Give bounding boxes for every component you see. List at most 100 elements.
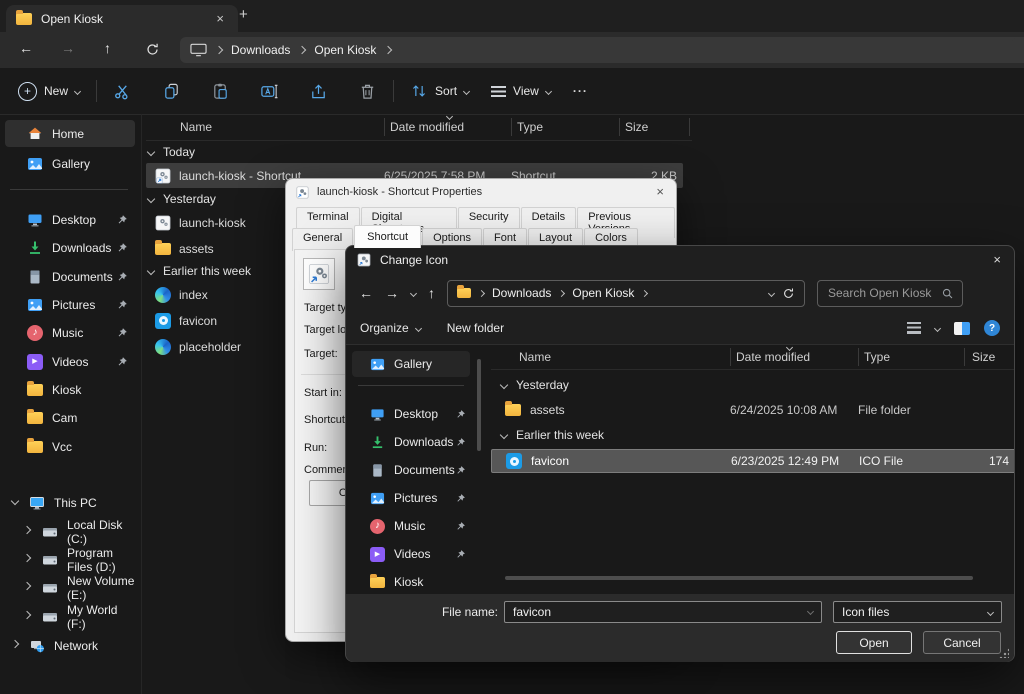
change-icon-title: Change Icon <box>380 253 448 267</box>
new-button[interactable]: + New <box>10 82 88 101</box>
address-bar[interactable]: Downloads Open Kiosk <box>447 280 805 307</box>
chevron-down-icon[interactable] <box>934 324 941 331</box>
column-size[interactable]: Size <box>972 350 995 364</box>
tab-general[interactable]: General <box>292 228 353 251</box>
search-box[interactable] <box>1012 37 1024 63</box>
sidebar-item-desktop[interactable]: Desktop <box>352 401 470 427</box>
pin-icon <box>116 242 128 254</box>
rename-button[interactable] <box>252 82 287 101</box>
up-button[interactable]: ↑ <box>428 285 435 301</box>
sidebar-scrollbar[interactable] <box>477 359 481 451</box>
sidebar-item-cam[interactable]: Cam <box>5 404 135 431</box>
sidebar-item-documents[interactable]: Documents <box>5 263 135 290</box>
back-button[interactable]: ← <box>19 40 33 56</box>
back-button[interactable]: ← <box>359 285 373 301</box>
share-button[interactable] <box>301 82 336 101</box>
paste-button[interactable] <box>203 82 238 101</box>
view-button[interactable]: View <box>483 84 559 98</box>
file-name: index <box>179 288 208 302</box>
cancel-button[interactable]: Cancel <box>923 631 1001 654</box>
sidebar-item-home[interactable]: Home <box>5 120 135 147</box>
new-tab-button[interactable]: + <box>232 4 255 25</box>
sidebar-item-pictures[interactable]: Pictures <box>5 291 135 318</box>
file-row-assets[interactable]: assets 6/24/2025 10:08 AM File folder <box>491 398 1014 422</box>
refresh-icon[interactable] <box>145 42 160 57</box>
recent-locations-icon[interactable] <box>410 289 417 296</box>
breadcrumb-separator-icon <box>641 289 648 296</box>
close-icon[interactable]: × <box>993 252 1001 267</box>
forward-button[interactable]: → <box>385 285 399 301</box>
copy-icon <box>162 82 181 101</box>
close-icon[interactable]: × <box>656 184 664 199</box>
sort-button[interactable]: Sort <box>402 82 477 100</box>
folder-icon <box>370 577 385 588</box>
column-type[interactable]: Type <box>864 350 890 364</box>
sidebar-item-music[interactable]: ♪ Music <box>352 513 470 539</box>
view-label: View <box>513 84 539 98</box>
forward-button[interactable]: → <box>61 40 75 56</box>
chevron-down-icon[interactable] <box>768 289 775 296</box>
file-name-input[interactable] <box>504 601 822 623</box>
search-box[interactable] <box>817 280 963 307</box>
group-header-earlier-this-week[interactable]: Earlier this week <box>501 425 604 445</box>
sidebar-item-program-files-d[interactable]: Program Files (D:) <box>20 546 138 573</box>
column-type[interactable]: Type <box>517 120 543 134</box>
shortcut-file-icon <box>155 215 171 231</box>
sidebar-item-pictures[interactable]: Pictures <box>352 485 470 511</box>
copy-button[interactable] <box>154 82 189 101</box>
breadcrumb-open-kiosk[interactable]: Open Kiosk <box>314 43 376 57</box>
folder-icon <box>27 412 43 424</box>
view-mode-icon[interactable] <box>907 322 921 334</box>
sidebar-item-desktop[interactable]: Desktop <box>5 206 135 233</box>
sidebar-item-new-volume-e[interactable]: New Volume (E:) <box>20 574 138 601</box>
sidebar-item-my-world-f[interactable]: My World (F:) <box>20 603 138 630</box>
group-header-yesterday[interactable]: Yesterday <box>148 189 216 209</box>
chevron-down-icon <box>463 87 470 94</box>
up-button[interactable]: ↑ <box>104 40 111 56</box>
sidebar-item-music[interactable]: ♪ Music <box>5 319 135 346</box>
sidebar-item-videos[interactable]: ▶ Videos <box>5 348 135 375</box>
cut-button[interactable] <box>105 82 140 101</box>
column-size[interactable]: Size <box>625 120 648 134</box>
delete-button[interactable] <box>350 82 385 101</box>
group-header-yesterday[interactable]: Yesterday <box>501 375 569 395</box>
see-more-button[interactable]: ··· <box>565 84 596 98</box>
breadcrumb-open-kiosk[interactable]: Open Kiosk <box>572 286 634 300</box>
explorer-tab[interactable]: Open Kiosk × <box>6 5 238 32</box>
sidebar-item-network[interactable]: Network <box>5 632 135 659</box>
address-bar[interactable]: Downloads Open Kiosk <box>180 37 1024 63</box>
sidebar-item-vcc[interactable]: Vcc <box>5 433 135 460</box>
column-name[interactable]: Name <box>519 350 551 364</box>
breadcrumb-downloads[interactable]: Downloads <box>492 286 551 300</box>
open-button[interactable]: Open <box>836 631 912 654</box>
search-input[interactable] <box>826 285 941 301</box>
horizontal-scrollbar[interactable] <box>505 576 973 580</box>
sidebar-item-gallery[interactable]: Gallery <box>352 351 470 377</box>
column-date-modified[interactable]: Date modified <box>390 120 464 134</box>
column-date-modified[interactable]: Date modified <box>736 350 810 364</box>
sidebar-item-videos[interactable]: ▶ Videos <box>352 541 470 567</box>
file-row-favicon[interactable]: favicon 6/23/2025 12:49 PM ICO File 174 <box>491 449 1014 473</box>
organize-button[interactable]: Organize <box>360 321 421 335</box>
help-icon[interactable]: ? <box>984 320 1000 336</box>
tab-close-icon[interactable]: × <box>212 11 228 26</box>
tab-shortcut[interactable]: Shortcut <box>354 225 421 248</box>
sidebar-item-kiosk[interactable]: Kiosk <box>352 569 470 595</box>
new-folder-button[interactable]: New folder <box>447 321 504 335</box>
sidebar-item-kiosk[interactable]: Kiosk <box>5 376 135 403</box>
network-icon <box>29 638 45 654</box>
preview-pane-icon[interactable] <box>954 322 970 335</box>
column-name[interactable]: Name <box>180 120 212 134</box>
group-header-today[interactable]: Today <box>148 142 195 162</box>
sidebar-item-this-pc[interactable]: This PC <box>5 489 135 516</box>
file-type-select[interactable]: Icon files <box>833 601 1002 623</box>
chevron-down-icon <box>500 431 508 439</box>
sidebar-item-gallery[interactable]: Gallery <box>5 150 135 177</box>
group-header-earlier-this-week[interactable]: Earlier this week <box>148 261 251 281</box>
sidebar-item-downloads[interactable]: Downloads <box>5 234 135 261</box>
sidebar-item-downloads[interactable]: Downloads <box>352 429 470 455</box>
breadcrumb-downloads[interactable]: Downloads <box>231 43 290 57</box>
sidebar-item-documents[interactable]: Documents <box>352 457 470 483</box>
sidebar-item-local-disk-c[interactable]: Local Disk (C:) <box>20 518 138 545</box>
refresh-icon[interactable] <box>782 287 795 300</box>
